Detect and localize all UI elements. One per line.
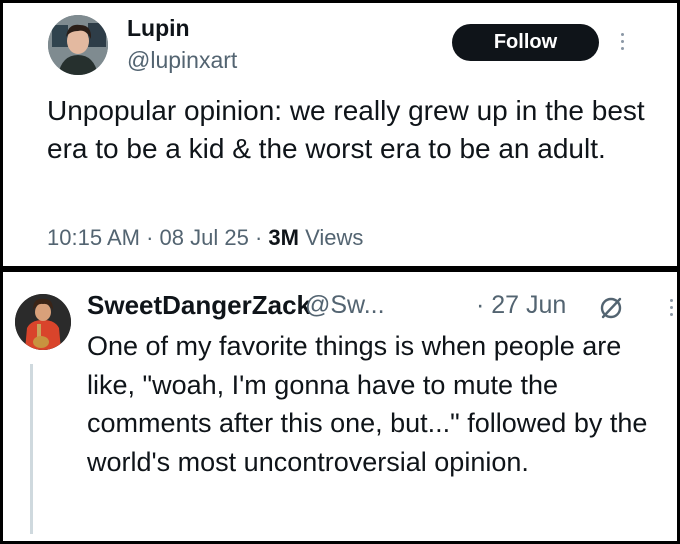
tweet-time[interactable]: 10:15 AM [47, 225, 140, 250]
reply-text: One of my favorite things is when people… [87, 331, 648, 477]
avatar-image [15, 294, 71, 350]
more-options-icon[interactable] [620, 33, 626, 54]
avatar[interactable] [15, 294, 71, 350]
author-name[interactable]: Lupin [127, 15, 190, 42]
separator: · [146, 225, 154, 250]
clock-slash-icon [600, 297, 622, 319]
avatar-image [48, 15, 108, 75]
reply-author-name[interactable]: SweetDangerZack [87, 290, 311, 321]
views-label: Views [305, 225, 364, 250]
reply-date[interactable]: · 27 Jun [476, 291, 566, 320]
tweet-date[interactable]: 08 Jul 25 [160, 225, 249, 250]
tweet-meta: 10:15 AM · 08 Jul 25 · 3M Views [47, 225, 363, 251]
views-count: 3M [268, 225, 299, 250]
avatar[interactable] [48, 15, 108, 75]
follow-button[interactable]: Follow [452, 24, 599, 61]
tweet-text: Unpopular opinion: we really grew up in … [47, 95, 645, 164]
more-options-icon[interactable] [669, 299, 675, 320]
thread-line [30, 364, 33, 534]
original-tweet: Lupin @lupinxart Follow Unpopular opinio… [3, 3, 677, 266]
reply-author-handle[interactable]: @Sw... [305, 291, 385, 320]
separator: · [254, 225, 263, 250]
reply-tweet: SweetDangerZack @Sw... · 27 Jun One of m… [3, 272, 677, 541]
author-handle[interactable]: @lupinxart [127, 47, 237, 74]
